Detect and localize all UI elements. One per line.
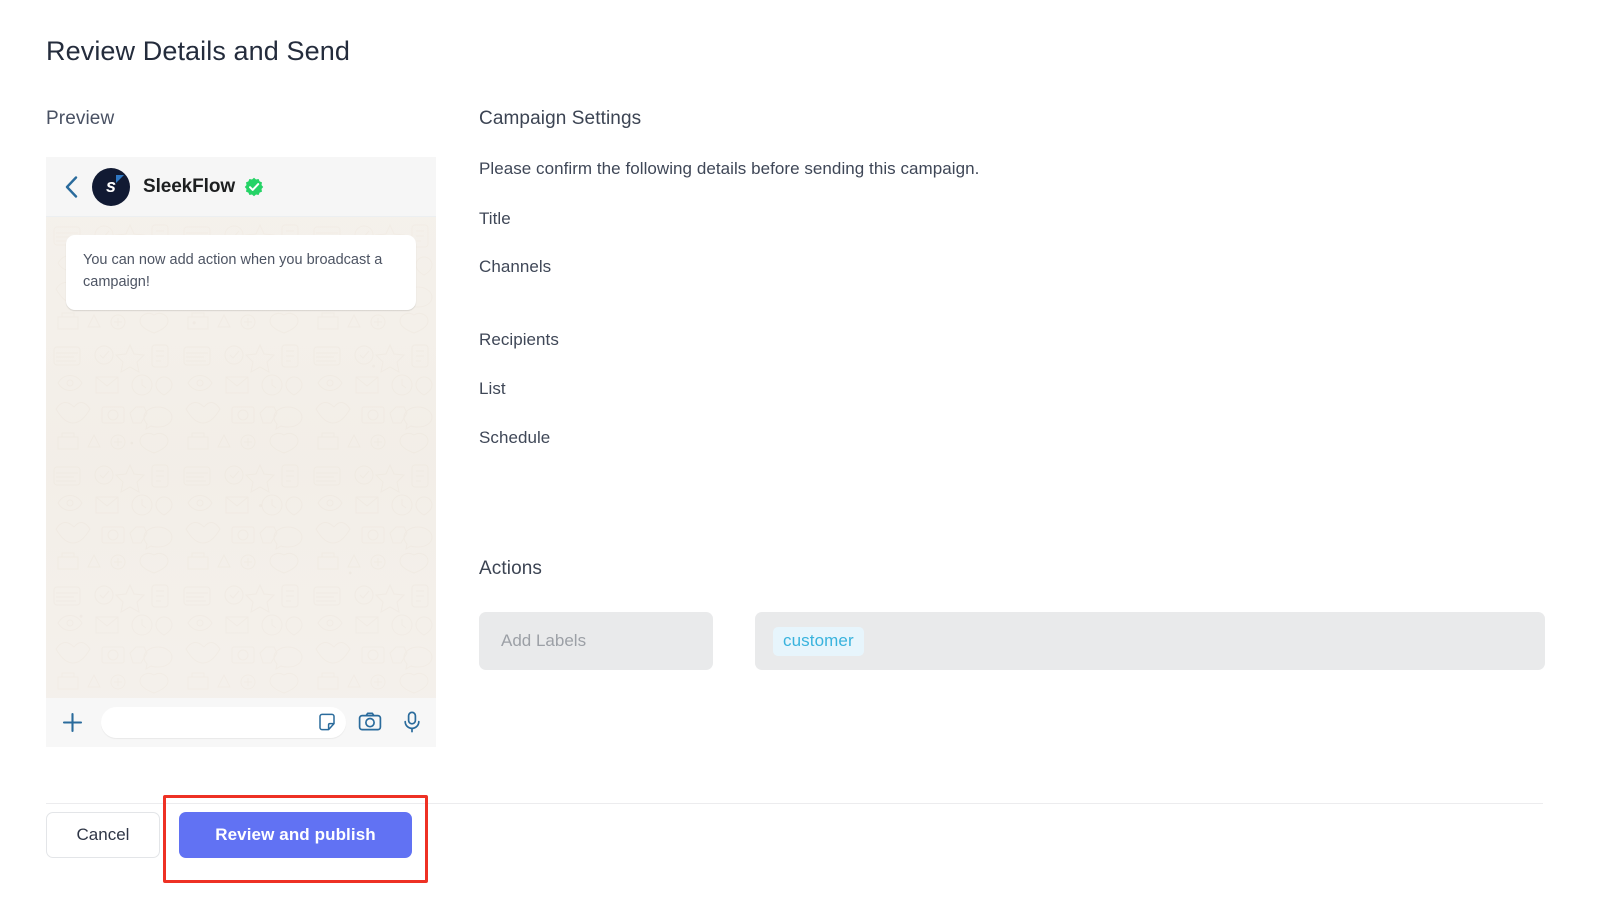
- verified-badge-icon: [244, 177, 264, 197]
- labels-value-field[interactable]: customer: [755, 612, 1545, 670]
- review-and-publish-button[interactable]: Review and publish: [179, 812, 412, 858]
- setting-row-list: List: [479, 379, 1544, 399]
- setting-row-recipients: Recipients: [479, 330, 1544, 350]
- setting-label-recipients: Recipients: [479, 330, 709, 350]
- actions-heading: Actions: [479, 558, 542, 580]
- chevron-left-icon[interactable]: [58, 174, 84, 200]
- campaign-settings-heading: Campaign Settings: [479, 108, 641, 130]
- review-details-page: Review Details and Send Preview Campaign…: [0, 0, 1618, 908]
- contact-name: SleekFlow: [143, 176, 235, 198]
- message-bubble: You can now add action when you broadcas…: [66, 235, 416, 310]
- add-labels-placeholder: Add Labels: [501, 631, 586, 651]
- sticker-icon[interactable]: [316, 712, 337, 733]
- add-labels-input[interactable]: Add Labels: [479, 612, 713, 670]
- setting-label-schedule: Schedule: [479, 428, 709, 448]
- avatar: s: [92, 168, 130, 206]
- plus-icon[interactable]: [59, 709, 85, 735]
- setting-label-channels: Channels: [479, 257, 709, 277]
- setting-row-title: Title: [479, 209, 1544, 229]
- message-input[interactable]: [101, 707, 346, 738]
- microphone-icon[interactable]: [401, 711, 423, 733]
- setting-row-channels: Channels: [479, 257, 1544, 277]
- label-chip-customer[interactable]: customer: [773, 627, 864, 656]
- whatsapp-preview-panel: s SleekFlow: [46, 157, 436, 747]
- footer-divider: [46, 803, 1543, 804]
- avatar-initial: s: [106, 176, 116, 197]
- setting-row-schedule: Schedule: [479, 428, 1544, 448]
- preview-heading: Preview: [46, 108, 114, 130]
- chat-input-bar: [46, 698, 436, 746]
- setting-label-title: Title: [479, 209, 709, 229]
- chat-background: You can now add action when you broadcas…: [46, 217, 436, 698]
- camera-icon[interactable]: [357, 709, 383, 735]
- page-title: Review Details and Send: [46, 36, 350, 67]
- setting-label-list: List: [479, 379, 709, 399]
- chat-header: s SleekFlow: [46, 157, 436, 217]
- confirm-description: Please confirm the following details bef…: [479, 159, 979, 179]
- avatar-flag-icon: [116, 175, 124, 183]
- cancel-button[interactable]: Cancel: [46, 812, 160, 858]
